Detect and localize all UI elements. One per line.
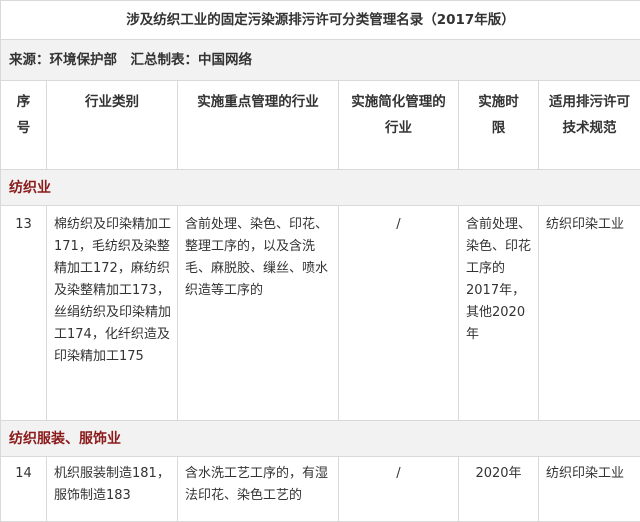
section-row: 纺织业 (1, 170, 640, 206)
cell-category: 棉纺织及印染精加工171，毛纺织及染整精加工172，麻纺织及染整精加工173，丝… (47, 206, 178, 421)
header-no: 序号 (1, 81, 47, 170)
cell-simplified-management: / (339, 457, 459, 522)
section-row: 纺织服装、服饰业 (1, 421, 640, 457)
cell-technical-spec: 纺织印染工业 (539, 206, 640, 421)
table-row: 14 机织服装制造181，服饰制造183 含水洗工艺工序的，有湿法印花、染色工艺… (1, 457, 640, 522)
cell-key-management: 含水洗工艺工序的，有湿法印花、染色工艺的 (178, 457, 339, 522)
header-technical-spec: 适用排污许可技术规范 (539, 81, 640, 170)
source-line: 来源：环境保护部 汇总制表：中国网络 (1, 40, 640, 81)
table-title: 涉及纺织工业的固定污染源排污许可分类管理名录（2017年版） (1, 1, 640, 40)
classification-table: 涉及纺织工业的固定污染源排污许可分类管理名录（2017年版） 来源：环境保护部 … (0, 0, 640, 522)
cell-no: 14 (1, 457, 47, 522)
header-simplified-management: 实施简化管理的行业 (339, 81, 459, 170)
cell-time-limit: 2020年 (459, 457, 539, 522)
header-row: 序号 行业类别 实施重点管理的行业 实施简化管理的行业 实施时限 适用排污许可技… (1, 81, 640, 170)
header-time-limit: 实施时限 (459, 81, 539, 170)
section-title-apparel: 纺织服装、服饰业 (1, 421, 640, 457)
header-key-management: 实施重点管理的行业 (178, 81, 339, 170)
cell-no: 13 (1, 206, 47, 421)
table-row: 13 棉纺织及印染精加工171，毛纺织及染整精加工172，麻纺织及染整精加工17… (1, 206, 640, 421)
section-title-textile: 纺织业 (1, 170, 640, 206)
cell-key-management: 含前处理、染色、印花、整理工序的，以及含洗毛、麻脱胶、缫丝、喷水织造等工序的 (178, 206, 339, 421)
cell-technical-spec: 纺织印染工业 (539, 457, 640, 522)
cell-category: 机织服装制造181，服饰制造183 (47, 457, 178, 522)
cell-simplified-management: / (339, 206, 459, 421)
header-category: 行业类别 (47, 81, 178, 170)
cell-time-limit: 含前处理、染色、印花工序的2017年，其他2020年 (459, 206, 539, 421)
